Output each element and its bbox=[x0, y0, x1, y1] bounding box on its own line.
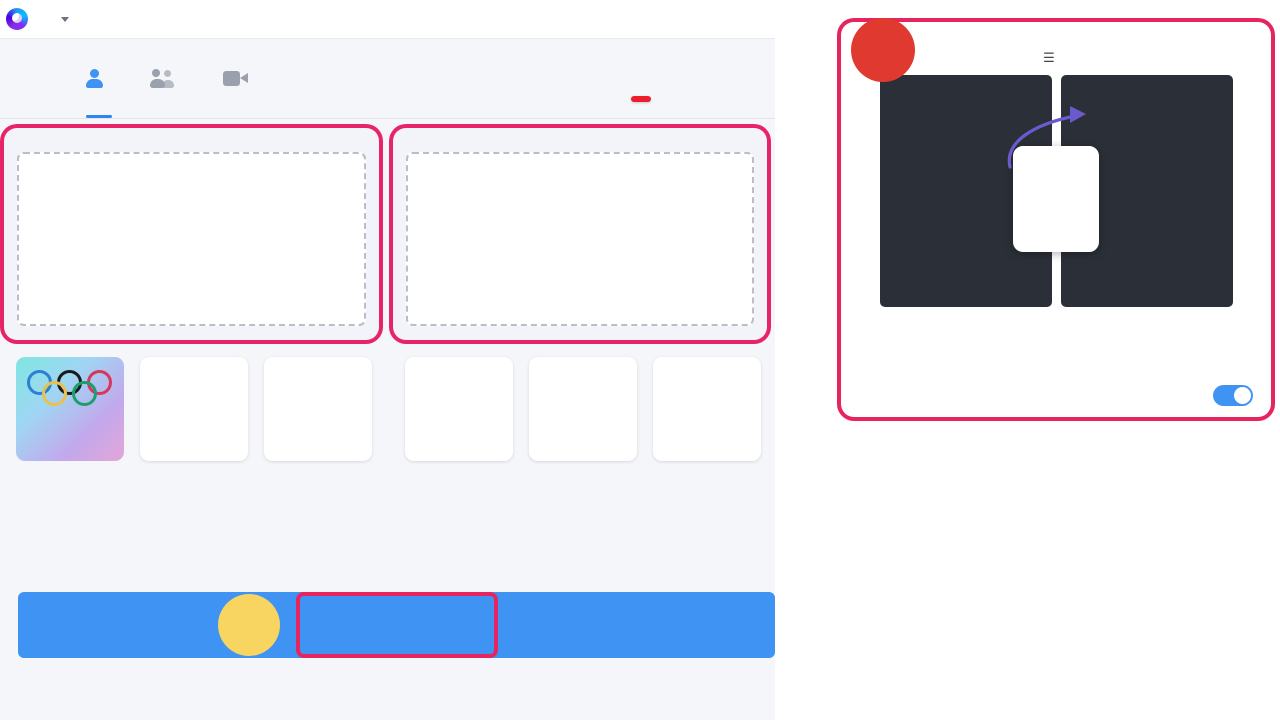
remaker-logo-icon bbox=[6, 8, 28, 30]
source-face-thumbnail bbox=[1013, 146, 1099, 252]
target-image-preview bbox=[499, 156, 661, 322]
tab-multiple-faces[interactable] bbox=[150, 39, 185, 118]
target-thumbnail-row bbox=[393, 357, 768, 461]
step-badge-3 bbox=[218, 594, 280, 656]
olympic-rings-icon bbox=[27, 370, 113, 406]
swap-action-bar bbox=[18, 592, 775, 658]
people-icon bbox=[150, 69, 176, 88]
history-toggle[interactable] bbox=[1213, 384, 1253, 406]
upload-original-panel bbox=[4, 128, 379, 340]
person-icon bbox=[86, 69, 103, 88]
step-badge-1 bbox=[22, 304, 84, 366]
swap-button[interactable] bbox=[299, 596, 494, 654]
step-badge-2 bbox=[411, 304, 473, 366]
olympic-images-thumb[interactable] bbox=[16, 357, 124, 461]
upload-target-panel bbox=[392, 128, 767, 340]
top-bar bbox=[0, 0, 775, 39]
woman-sunset-thumb[interactable] bbox=[264, 357, 372, 461]
tab-bar bbox=[0, 39, 775, 119]
step-badge-4 bbox=[851, 18, 915, 82]
original-thumbnail-row bbox=[4, 357, 379, 461]
before-after-comparison bbox=[841, 75, 1271, 307]
chevron-down-icon bbox=[61, 16, 69, 22]
video-camera-icon bbox=[223, 71, 248, 86]
upload-panels bbox=[0, 119, 775, 340]
man-curly-hair-thumb[interactable] bbox=[404, 357, 513, 461]
new-badge bbox=[631, 96, 651, 102]
tab-video-swap-face[interactable] bbox=[223, 39, 257, 118]
woman-red-dress-thumb[interactable] bbox=[140, 357, 248, 461]
left-panel bbox=[0, 0, 775, 720]
woman-grey-sweater-thumb[interactable] bbox=[528, 357, 637, 461]
upload-target-dropzone[interactable] bbox=[405, 152, 754, 326]
upload-original-dropzone[interactable] bbox=[17, 152, 366, 326]
promo-card: ☰ bbox=[841, 18, 1271, 417]
original-image-preview bbox=[110, 156, 272, 322]
tab-swap-face[interactable] bbox=[86, 39, 112, 118]
history-header-row bbox=[841, 373, 1271, 417]
right-panel: ☰ bbox=[775, 0, 1280, 720]
app-root: ☰ bbox=[0, 0, 1280, 720]
layers-icon: ☰ bbox=[1043, 50, 1055, 65]
ai-tools-menu[interactable] bbox=[56, 16, 69, 22]
woman-dark-hair-thumb[interactable] bbox=[652, 357, 761, 461]
